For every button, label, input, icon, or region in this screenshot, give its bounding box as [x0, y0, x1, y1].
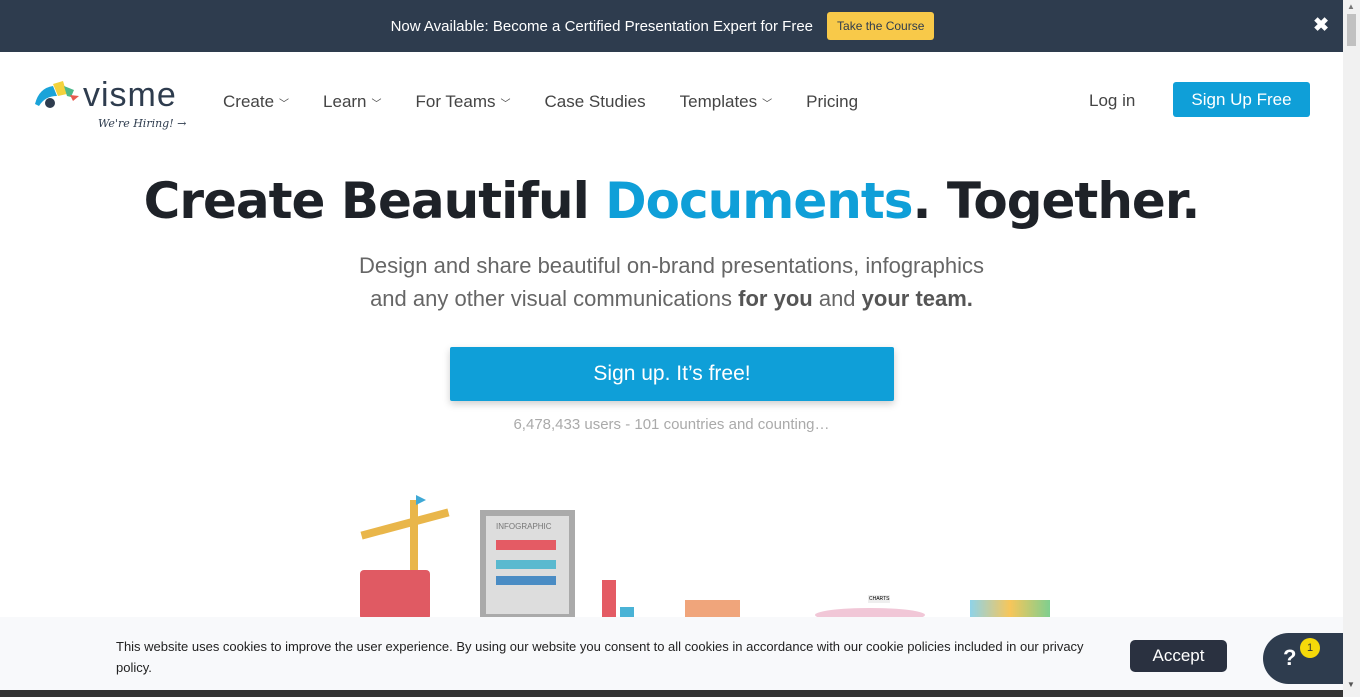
accept-cookies-button[interactable]: Accept	[1130, 640, 1227, 672]
title-part: Create Beautiful	[143, 172, 606, 230]
bar	[496, 560, 556, 569]
nav-create[interactable]: Create ﹀	[223, 92, 289, 112]
hero-signup-button[interactable]: Sign up. It’s free!	[450, 347, 894, 401]
take-course-button[interactable]: Take the Course	[827, 12, 935, 40]
scroll-down-icon[interactable]: ▼	[1347, 680, 1355, 689]
nav-label: Create	[223, 92, 275, 111]
nav-menu: Create ﹀ Learn ﹀ For Teams ﹀ Case Studies T…	[223, 92, 892, 112]
charts-label: CHARTS	[868, 595, 891, 603]
bottom-strip	[0, 690, 1343, 697]
close-icon[interactable]: ✖	[1313, 14, 1329, 37]
nav-pricing[interactable]: Pricing	[806, 92, 858, 112]
user-stats: 6,478,433 users - 101 countries and coun…	[513, 416, 830, 433]
bar	[496, 576, 556, 585]
chevron-down-icon: ﹀	[279, 98, 290, 110]
notification-badge: 1	[1300, 638, 1320, 658]
help-button[interactable]: ? 1	[1263, 633, 1343, 684]
scrollbar[interactable]: ▲ ▼	[1343, 0, 1360, 697]
login-link[interactable]: Log in	[1089, 91, 1135, 111]
text: and any other visual communications	[370, 286, 739, 311]
crane-arm	[360, 508, 450, 540]
bar	[496, 540, 556, 550]
text: your team.	[861, 286, 973, 311]
nav-label: For Teams	[415, 92, 496, 111]
nav-learn[interactable]: Learn ﹀	[323, 92, 381, 112]
banner-text: Now Available: Become a Certified Presen…	[390, 17, 814, 35]
logo-mark-icon	[35, 81, 79, 108]
hero-subtitle: Design and share beautiful on-brand pres…	[0, 249, 1343, 315]
signup-button[interactable]: Sign Up Free	[1173, 82, 1310, 117]
nav-label: Templates	[679, 92, 758, 111]
scrollbar-thumb[interactable]	[1347, 14, 1356, 46]
main-nav: visme We're Hiring! → Create ﹀ Learn ﹀ For…	[0, 52, 1343, 152]
title-part: . Together.	[912, 172, 1201, 230]
red-shape	[360, 570, 430, 620]
chart-bar	[602, 580, 616, 620]
hero-title: Create Beautiful Documents. Together.	[0, 172, 1343, 230]
infographic-label: INFOGRAPHIC	[496, 522, 552, 531]
logo-wordmark: visme	[83, 76, 177, 114]
chevron-down-icon: ﹀	[371, 98, 382, 110]
infographic-box: INFOGRAPHIC	[480, 510, 575, 620]
nav-label: Case Studies	[544, 92, 646, 111]
nav-label: Learn	[323, 92, 367, 111]
chevron-down-icon: ﹀	[762, 98, 773, 110]
cookie-banner: This website uses cookies to improve the…	[0, 617, 1343, 690]
hero-illustration: INFOGRAPHIC CHARTS	[340, 490, 1100, 622]
announcement-banner: Now Available: Become a Certified Presen…	[0, 0, 1343, 52]
visme-logo[interactable]: visme We're Hiring! →	[33, 76, 193, 136]
title-highlight: Documents	[605, 172, 913, 230]
chevron-down-icon: ﹀	[500, 98, 511, 110]
text: and	[812, 286, 862, 311]
hiring-link[interactable]: We're Hiring! →	[98, 117, 186, 130]
nav-label: Pricing	[806, 92, 859, 111]
nav-case-studies[interactable]: Case Studies	[545, 92, 646, 112]
cookie-message: This website uses cookies to improve the…	[116, 639, 1084, 675]
subtitle-line: Design and share beautiful on-brand pres…	[359, 253, 984, 278]
flag-icon	[416, 495, 426, 505]
text: for you	[738, 286, 813, 311]
help-icon: ?	[1283, 645, 1297, 670]
scroll-up-icon[interactable]: ▲	[1347, 2, 1355, 11]
nav-templates[interactable]: Templates ﹀	[680, 92, 772, 112]
subtitle-line: and any other visual communications for …	[0, 282, 1343, 315]
nav-for-teams[interactable]: For Teams ﹀	[416, 92, 511, 112]
